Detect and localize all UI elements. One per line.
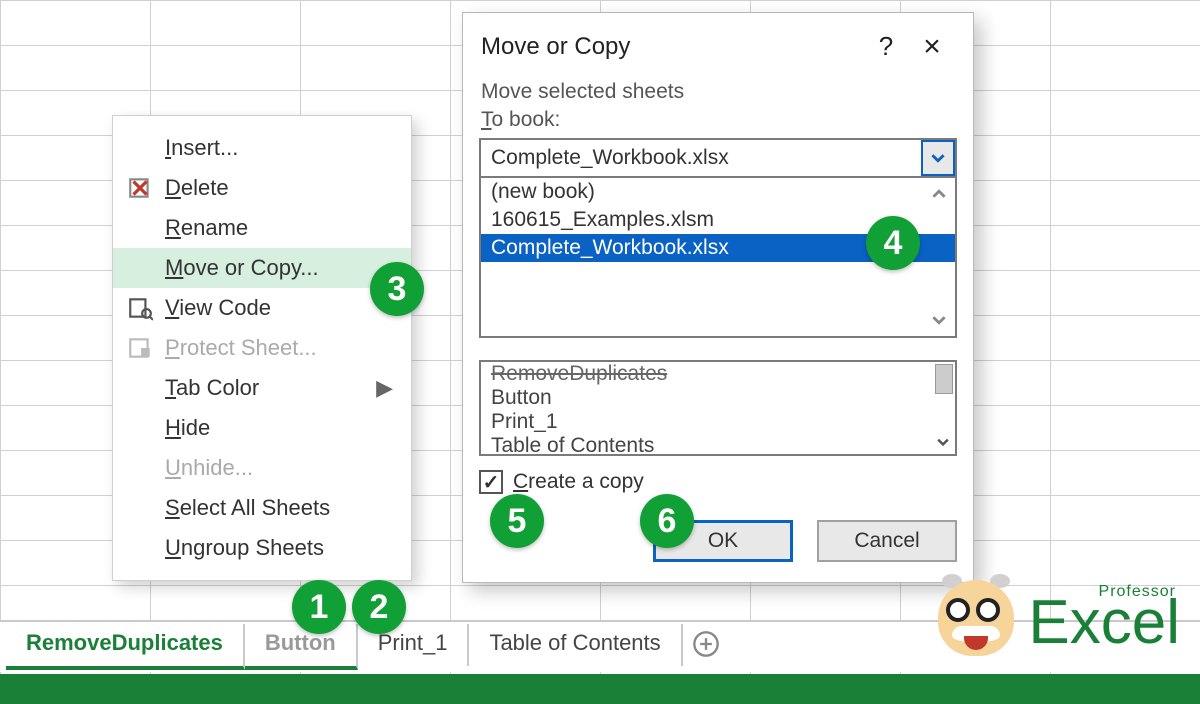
cancel-button[interactable]: Cancel: [817, 520, 957, 562]
to-book-combo[interactable]: Complete_Workbook.xlsx: [479, 138, 957, 178]
ctx-delete[interactable]: Delete: [113, 168, 411, 208]
ctx-rename[interactable]: Rename: [113, 208, 411, 248]
dialog-title: Move or Copy: [481, 33, 630, 61]
ctx-label: Insert...: [165, 135, 238, 161]
ctx-select-all-sheets[interactable]: Select All Sheets: [113, 488, 411, 528]
step-badge-5: 5: [490, 494, 544, 548]
sheet-tab-toc[interactable]: Table of Contents: [469, 624, 682, 666]
book-option-newbook[interactable]: (new book): [481, 178, 955, 206]
sheet-tab-label: Table of Contents: [489, 630, 660, 655]
scroll-up-icon[interactable]: [925, 180, 953, 208]
sheet-tab-button[interactable]: Button: [245, 624, 358, 670]
ctx-ungroup-sheets[interactable]: Ungroup Sheets: [113, 528, 411, 568]
ctx-tab-color[interactable]: Tab Color ▶: [113, 368, 411, 408]
ctx-protect-sheet: Protect Sheet...: [113, 328, 411, 368]
dialog-titlebar: Move or Copy ? ×: [479, 25, 957, 80]
sheet-list-row[interactable]: RemoveDuplicates: [481, 362, 955, 386]
ctx-label: Select All Sheets: [165, 495, 330, 521]
ctx-hide[interactable]: Hide: [113, 408, 411, 448]
to-book-label: To book:: [481, 108, 957, 132]
blank-icon: [123, 374, 157, 402]
professor-face-icon: [938, 574, 1014, 660]
sheet-context-menu: Insert... Delete Rename Move or Copy... …: [112, 115, 412, 581]
ctx-insert[interactable]: Insert...: [113, 128, 411, 168]
blank-icon: [123, 454, 157, 482]
sheet-tab-label: RemoveDuplicates: [26, 630, 223, 655]
ctx-label: Move or Copy...: [165, 255, 319, 281]
sheet-tab-label: Button: [265, 630, 336, 655]
checkbox-icon: ✓: [479, 470, 503, 494]
ctx-unhide: Unhide...: [113, 448, 411, 488]
ctx-move-or-copy[interactable]: Move or Copy...: [113, 248, 411, 288]
ctx-label: Tab Color: [165, 375, 259, 401]
blank-icon: [123, 534, 157, 562]
blank-icon: [123, 414, 157, 442]
move-sheets-label: Move selected sheets: [481, 80, 957, 104]
button-label: OK: [708, 529, 738, 553]
combo-value: Complete_Workbook.xlsx: [491, 146, 729, 170]
ctx-label: Protect Sheet...: [165, 335, 317, 361]
scrollbar-thumb[interactable]: [935, 364, 953, 394]
step-badge-1: 1: [292, 580, 346, 634]
dialog-close-button[interactable]: ×: [909, 36, 955, 58]
ctx-label: Delete: [165, 175, 229, 201]
step-badge-3: 3: [370, 262, 424, 316]
view-code-icon: [123, 294, 157, 322]
ctx-label: Unhide...: [165, 455, 253, 481]
create-copy-checkbox[interactable]: ✓ Create a copy: [479, 470, 957, 494]
step-badge-6: 6: [640, 494, 694, 548]
blank-icon: [123, 494, 157, 522]
before-sheet-list[interactable]: RemoveDuplicates Button Print_1 Table of…: [479, 360, 957, 456]
logo-excel-text: Excel: [1028, 595, 1180, 651]
dialog-button-row: OK Cancel: [479, 520, 957, 562]
sheet-tab-label: Print_1: [378, 630, 448, 655]
sheet-list-row[interactable]: Button: [481, 386, 955, 410]
sheet-list-row[interactable]: Print_1: [481, 410, 955, 434]
dialog-help-button[interactable]: ?: [863, 31, 909, 62]
ctx-label: Ungroup Sheets: [165, 535, 324, 561]
checkbox-label: Create a copy: [513, 470, 644, 494]
status-bar: [0, 674, 1200, 704]
new-sheet-button[interactable]: [683, 624, 729, 664]
chevron-down-icon[interactable]: [921, 140, 955, 176]
move-or-copy-dialog: Move or Copy ? × Move selected sheets To…: [462, 12, 974, 583]
blank-icon: [123, 134, 157, 162]
protect-sheet-icon: [123, 334, 157, 362]
blank-icon: [123, 254, 157, 282]
professor-excel-logo: Professor Excel: [938, 574, 1180, 660]
step-badge-2: 2: [352, 580, 406, 634]
sheet-list-row[interactable]: Table of Contents: [481, 434, 955, 456]
scroll-down-icon[interactable]: [933, 432, 953, 452]
scroll-down-icon[interactable]: [925, 306, 953, 334]
ctx-label: Hide: [165, 415, 210, 441]
chevron-right-icon: ▶: [376, 375, 393, 401]
ctx-label: Rename: [165, 215, 248, 241]
delete-sheet-icon: [123, 174, 157, 202]
ctx-view-code[interactable]: View Code: [113, 288, 411, 328]
button-label: Cancel: [854, 529, 919, 553]
blank-icon: [123, 214, 157, 242]
ctx-label: View Code: [165, 295, 271, 321]
plus-circle-icon: [692, 630, 720, 658]
step-badge-4: 4: [866, 216, 920, 270]
sheet-tab-removeduplicates[interactable]: RemoveDuplicates: [6, 624, 245, 670]
